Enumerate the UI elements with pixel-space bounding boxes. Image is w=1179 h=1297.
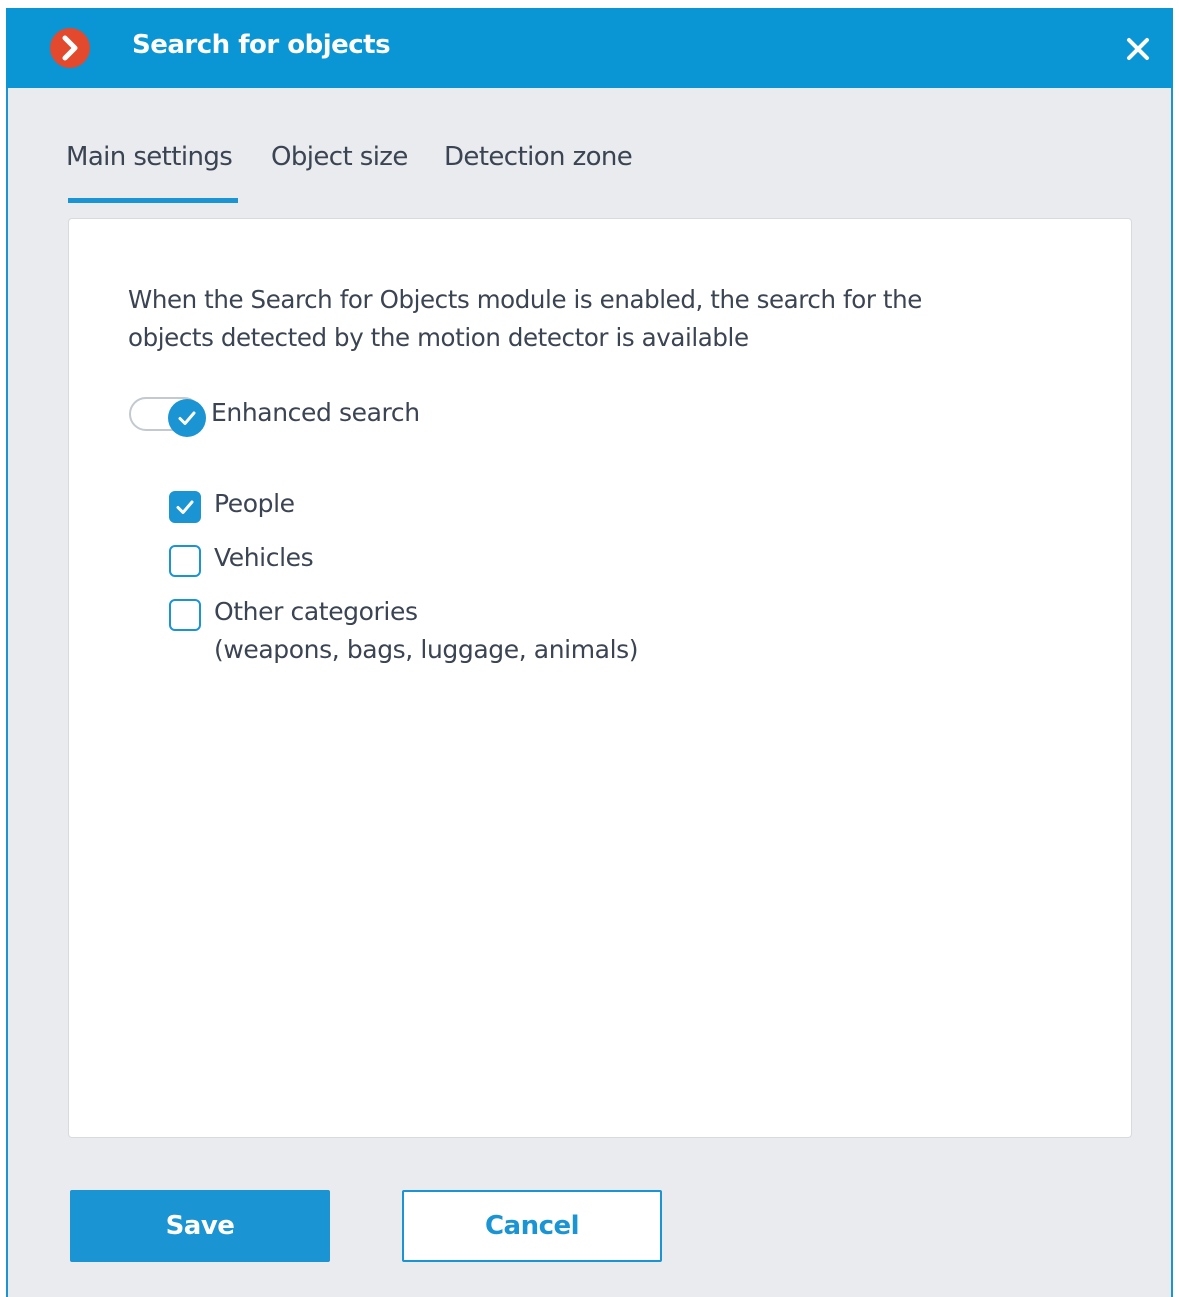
close-button[interactable] bbox=[1121, 32, 1155, 66]
enhanced-search-label: Enhanced search bbox=[211, 398, 420, 427]
people-label: People bbox=[214, 489, 295, 518]
enhanced-search-toggle[interactable] bbox=[129, 397, 206, 437]
app-logo-chevron-icon bbox=[50, 28, 90, 68]
vehicles-checkbox[interactable] bbox=[169, 545, 201, 577]
description-line-1: When the Search for Objects module is en… bbox=[128, 285, 922, 314]
dialog-title: Search for objects bbox=[132, 30, 391, 60]
cancel-button[interactable]: Cancel bbox=[402, 1190, 662, 1262]
check-icon bbox=[176, 500, 194, 514]
check-icon bbox=[178, 411, 196, 425]
other-categories-sublabel: (weapons, bags, luggage, animals) bbox=[214, 635, 639, 664]
main-settings-panel: When the Search for Objects module is en… bbox=[68, 218, 1132, 1138]
tab-detection-zone[interactable]: Detection zone bbox=[444, 142, 633, 172]
search-for-objects-dialog: Search for objects Main settings Object … bbox=[6, 8, 1173, 1297]
close-icon bbox=[1127, 38, 1149, 60]
description-line-2: objects detected by the motion detector … bbox=[128, 323, 749, 352]
save-button[interactable]: Save bbox=[70, 1190, 330, 1262]
dialog-titlebar: Search for objects bbox=[6, 8, 1173, 88]
vehicles-label: Vehicles bbox=[214, 543, 314, 572]
module-description: When the Search for Objects module is en… bbox=[128, 281, 1028, 357]
other-categories-label: Other categories bbox=[214, 597, 418, 626]
people-checkbox[interactable] bbox=[169, 491, 201, 523]
active-tab-indicator bbox=[68, 198, 238, 203]
tab-object-size[interactable]: Object size bbox=[271, 142, 408, 172]
other-categories-checkbox[interactable] bbox=[169, 599, 201, 631]
toggle-knob bbox=[168, 399, 206, 437]
tab-main-settings[interactable]: Main settings bbox=[66, 142, 233, 172]
